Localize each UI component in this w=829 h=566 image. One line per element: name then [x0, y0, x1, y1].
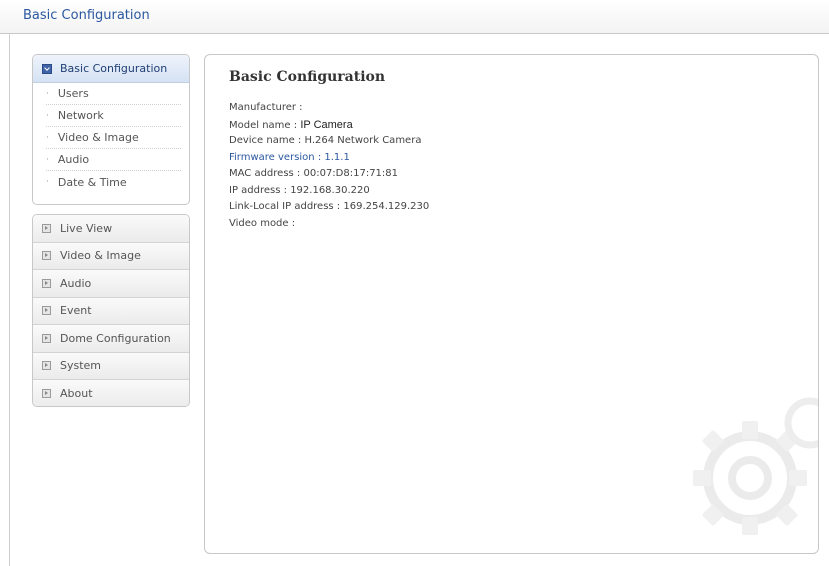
info-row-mac-address: MAC address : 00:07:D8:17:71:81 — [229, 166, 429, 183]
menu-item-label: Event — [60, 304, 92, 318]
info-label: IP address : — [229, 184, 287, 196]
menu-item-about[interactable]: About — [33, 380, 189, 406]
info-label: Link-Local IP address : — [229, 201, 341, 212]
info-label: MAC address : — [229, 168, 301, 179]
info-value: IP Camera — [300, 118, 353, 131]
info-row-link-local-ip: Link-Local IP address : 169.254.129.230 — [229, 199, 429, 216]
info-label: Firmware version : — [229, 151, 322, 163]
info-value: H.264 Network Camera — [304, 135, 422, 146]
info-row-manufacturer: Manufacturer : — [229, 100, 429, 117]
bullet-icon: · — [46, 154, 49, 165]
main-menu: Live View Video & Image Audio Event Dome… — [32, 214, 190, 407]
info-label: Manufacturer : — [229, 102, 303, 113]
menu-item-label: System — [60, 359, 102, 373]
info-label: Device name : — [229, 135, 302, 146]
sidebar-item-date-time[interactable]: · Date & Time — [46, 171, 181, 193]
sidebar-item-label: Date & Time — [57, 175, 127, 189]
menu-item-dome-configuration[interactable]: Dome Configuration — [33, 325, 189, 353]
menu-item-event[interactable]: Event — [33, 297, 189, 325]
bullet-icon: · — [46, 132, 49, 143]
sidebar-item-label: Video & Image — [57, 131, 139, 144]
menu-item-label: Audio — [60, 276, 92, 290]
sidebar-item-users[interactable]: · Users — [46, 83, 181, 105]
top-header: Basic Configuration — [0, 0, 829, 34]
sidebar-item-audio[interactable]: · Audio — [46, 149, 181, 171]
menu-item-label: Dome Configuration — [60, 331, 171, 345]
info-value: 1.1.1 — [324, 151, 350, 163]
expand-icon — [42, 278, 51, 288]
menu-item-system[interactable]: System — [33, 352, 189, 380]
expand-icon — [42, 333, 51, 343]
left-border — [9, 34, 10, 566]
menu-item-label: Video & Image — [60, 249, 141, 263]
menu-item-label: About — [60, 387, 93, 401]
bullet-icon: · — [46, 177, 49, 187]
sidebar-item-video-image[interactable]: · Video & Image — [46, 127, 181, 149]
sidebar-item-network[interactable]: · Network — [46, 105, 181, 127]
menu-item-label: Live View — [60, 221, 113, 235]
basic-config-menu: Basic Configuration · Users · Network · … — [32, 54, 190, 205]
info-label: Model name : — [229, 119, 298, 131]
bullet-icon: · — [46, 110, 49, 121]
info-row-ip-address: IP address : 192.168.30.220 — [229, 183, 429, 200]
checkbox-expanded-icon — [42, 63, 52, 74]
info-row-device-name: Device name : H.264 Network Camera — [229, 133, 429, 150]
sidebar-item-label: Users — [57, 87, 89, 100]
info-row-model-name: Model name : IP Camera — [229, 117, 429, 134]
expand-icon — [42, 223, 51, 233]
expand-icon — [42, 361, 51, 371]
expand-icon — [42, 389, 51, 399]
sidebar-item-label: Network — [57, 109, 104, 122]
menu-item-audio[interactable]: Audio — [33, 270, 189, 298]
info-value: 192.168.30.220 — [290, 184, 370, 196]
content-panel: Basic Configuration Manufacturer : Model… — [204, 54, 819, 554]
info-value: 00:07:D8:17:71:81 — [303, 168, 399, 179]
expand-icon — [42, 251, 51, 261]
menu-item-video-image[interactable]: Video & Image — [33, 242, 189, 270]
info-row-video-mode: Video mode : — [229, 216, 429, 233]
info-value: 169.254.129.230 — [343, 201, 430, 212]
menu-item-live-view[interactable]: Live View — [33, 215, 189, 243]
device-info: Manufacturer : Model name : IP Camera De… — [229, 100, 429, 232]
bullet-icon: · — [46, 88, 49, 99]
info-label: Video mode : — [229, 217, 296, 229]
basic-config-header[interactable]: Basic Configuration — [33, 55, 189, 83]
basic-config-header-label: Basic Configuration — [60, 62, 168, 75]
sidebar-item-label: Audio — [57, 153, 90, 166]
page-header-title: Basic Configuration — [23, 8, 150, 23]
gear-watermark-icon — [693, 397, 818, 535]
expand-icon — [42, 306, 51, 316]
page-title: Basic Configuration — [229, 69, 386, 85]
firmware-version-link[interactable]: Firmware version : 1.1.1 — [229, 150, 429, 167]
